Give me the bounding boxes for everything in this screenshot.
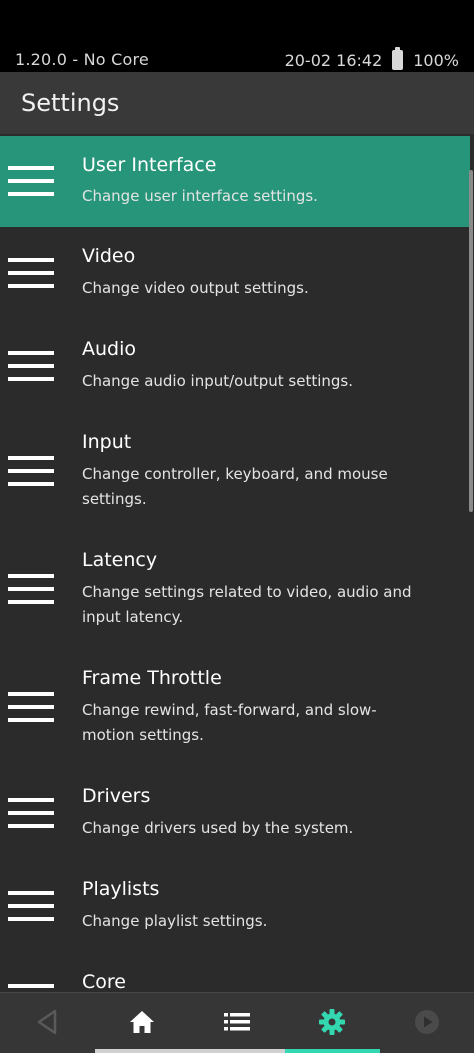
item-description: Change audio input/output settings.: [82, 372, 353, 390]
menu-item-user-interface[interactable]: User Interface Change user interface set…: [0, 136, 470, 227]
menu-icon: [8, 258, 54, 288]
item-title: Drivers: [82, 785, 151, 807]
item-title: Playlists: [82, 878, 160, 900]
status-battery: 100%: [413, 50, 459, 70]
menu-icon: [8, 166, 54, 196]
item-description: Change user interface settings.: [82, 187, 318, 205]
menu-item-audio[interactable]: Audio Change audio input/output settings…: [0, 320, 470, 413]
menu-icon: [8, 692, 54, 722]
item-title: Input: [82, 431, 132, 453]
menu-icon: [8, 351, 54, 381]
menu-item-core[interactable]: Core: [0, 953, 470, 992]
back-icon: [37, 1009, 57, 1035]
menu-icon: [8, 798, 54, 828]
run-button[interactable]: [380, 993, 474, 1051]
status-bar: 1.20.0 - No Core 20-02 16:42 100%: [0, 0, 474, 72]
item-title: Frame Throttle: [82, 667, 222, 689]
back-button[interactable]: [0, 993, 94, 1051]
playlists-button[interactable]: [190, 993, 284, 1051]
item-description: Change video output settings.: [82, 279, 309, 297]
bottom-nav: [0, 992, 474, 1053]
list-scrollbar[interactable]: [469, 170, 473, 512]
settings-list[interactable]: User Interface Change user interface set…: [0, 134, 474, 992]
menu-item-frame-throttle[interactable]: Frame Throttle Change rewind, fast-forwa…: [0, 649, 470, 767]
menu-icon: [8, 574, 54, 604]
item-title: User Interface: [82, 154, 217, 176]
list-icon: [224, 1013, 250, 1031]
item-description: Change controller, keyboard, and mouse s…: [82, 465, 388, 508]
item-title: Video: [82, 245, 136, 267]
item-description: Change playlist settings.: [82, 912, 268, 930]
item-description: Change settings related to video, audio …: [82, 583, 412, 626]
item-description: Change rewind, fast-forward, and slow-mo…: [82, 701, 377, 744]
menu-item-input[interactable]: Input Change controller, keyboard, and m…: [0, 413, 470, 531]
menu-item-drivers[interactable]: Drivers Change drivers used by the syste…: [0, 767, 470, 860]
page-title: Settings: [21, 89, 120, 117]
battery-icon: [392, 47, 404, 70]
item-title: Latency: [82, 549, 158, 571]
status-right-group: 20-02 16:42 100%: [284, 47, 459, 70]
play-icon: [415, 1010, 439, 1034]
menu-item-playlists[interactable]: Playlists Change playlist settings.: [0, 860, 470, 953]
home-icon: [130, 1011, 154, 1033]
menu-item-latency[interactable]: Latency Change settings related to video…: [0, 531, 470, 649]
menu-icon: [8, 456, 54, 486]
nav-active-indicator: [285, 1049, 380, 1053]
settings-button[interactable]: [285, 993, 379, 1051]
status-core-label: 1.20.0 - No Core: [15, 50, 149, 69]
menu-item-video[interactable]: Video Change video output settings.: [0, 227, 470, 320]
settings-icon: [319, 1009, 345, 1035]
status-datetime: 20-02 16:42: [284, 50, 383, 70]
item-title: Audio: [82, 338, 137, 360]
menu-icon: [8, 891, 54, 921]
item-description: Change drivers used by the system.: [82, 819, 354, 837]
settings-screen: 1.20.0 - No Core 20-02 16:42 100% Settin…: [0, 0, 474, 1053]
home-button[interactable]: [95, 993, 189, 1051]
menu-icon: [8, 984, 54, 992]
item-title: Core: [82, 971, 126, 992]
app-header: Settings: [0, 72, 474, 134]
